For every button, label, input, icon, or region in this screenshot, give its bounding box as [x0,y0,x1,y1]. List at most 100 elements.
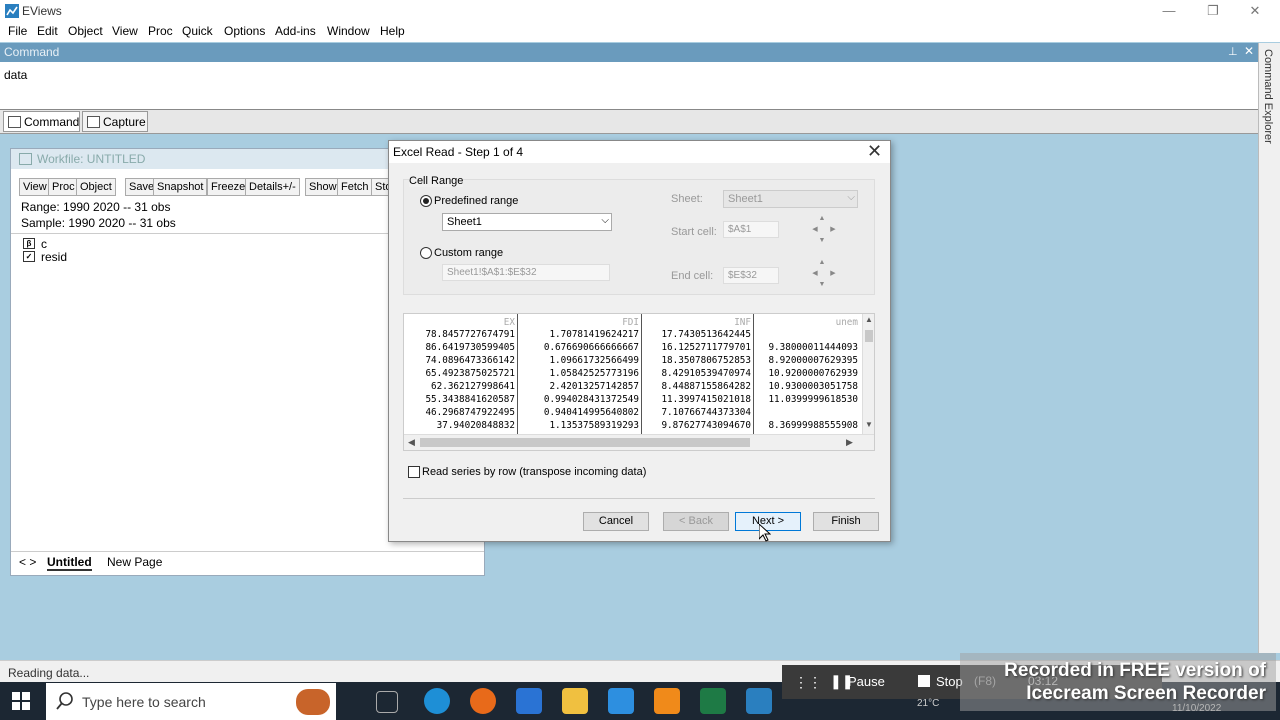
wf-view-button[interactable]: View [19,178,51,196]
data-preview-grid[interactable]: EX 78.8457727674791 86.6419730599405 74.… [403,313,875,451]
end-up-icon[interactable]: ▲ [817,258,827,268]
grid-cell: 17.7430513642445 [661,329,751,340]
grid-cell: 55.3438841620587 [425,394,515,405]
menu-view[interactable]: View [112,24,138,38]
wf-freeze-button[interactable]: Freeze [207,178,250,196]
tab-command[interactable]: Command [3,111,80,132]
app-icon[interactable] [654,688,680,714]
grid-cell: 1.70781419624217 [549,329,639,340]
drag-handle-icon[interactable]: ⋮⋮ [794,674,822,691]
grid-cell: 0.940414995640802 [543,407,639,418]
vertical-scrollbar[interactable]: ▲ ▼ [862,314,874,434]
search-highlight-icon [296,689,330,715]
pin-icon[interactable]: ⊥ [1228,45,1238,58]
menu-help[interactable]: Help [380,24,405,38]
menu-proc[interactable]: Proc [148,24,173,38]
windows-start-icon[interactable] [12,692,30,713]
object-name: c [41,237,47,251]
command-text: data [4,68,28,82]
tab-capture[interactable]: Capture [82,111,148,132]
dialog-close-icon[interactable]: ✕ [867,141,882,162]
page-tab-untitled[interactable]: Untitled [47,555,92,571]
dialog-title: Excel Read - Step 1 of 4 [393,145,524,159]
watermark-text: Recorded in FREE version of Icecream Scr… [966,659,1266,705]
scroll-left-icon[interactable]: ◀ [408,437,415,448]
grid-cell: 62.362127998641 [431,381,515,392]
finish-button[interactable]: Finish [813,512,879,531]
wf-details-button[interactable]: Details+/- [245,178,300,196]
series-icon: ✓ [23,251,35,262]
scroll-right-icon[interactable]: ▶ [846,437,853,448]
start-left-icon[interactable]: ◀ [810,225,820,235]
file-explorer-icon[interactable] [562,688,588,714]
stop-button[interactable]: Stop [936,674,963,689]
start-down-icon[interactable]: ▼ [817,236,827,246]
column-header: INF [734,317,751,328]
end-right-icon[interactable]: ▶ [828,269,838,279]
edge-browser-icon[interactable] [424,688,450,714]
wf-snapshot-button[interactable]: Snapshot [153,178,208,196]
taskbar-search-box[interactable]: Type here to search [46,683,336,720]
predefined-range-select[interactable]: Sheet1 ⌵ [442,213,612,231]
page-tab-new-page[interactable]: New Page [107,555,162,569]
column-header: unem [835,317,858,328]
wf-show-button[interactable]: Show [305,178,341,196]
start-cell-field[interactable]: $A$1 [723,221,779,238]
menu-file[interactable]: File [8,24,27,38]
firefox-icon[interactable] [470,688,496,714]
back-button[interactable]: < Back [663,512,729,531]
end-down-icon[interactable]: ▼ [817,280,827,290]
restore-icon[interactable]: ❐ [1204,2,1222,20]
grid-cell: 78.8457727674791 [425,329,515,340]
menu-quick[interactable]: Quick [182,24,213,38]
store-icon[interactable] [516,688,542,714]
mail-icon[interactable] [608,688,634,714]
command-explorer-label: Command Explorer [1262,49,1274,144]
pane-close-icon[interactable]: ✕ [1244,44,1254,58]
scroll-down-icon[interactable]: ▼ [865,420,873,429]
command-input[interactable]: data [0,62,1258,110]
menu-edit[interactable]: Edit [37,24,58,38]
menu-options[interactable]: Options [224,24,265,38]
custom-range-field[interactable]: Sheet1!$A$1:$E$32 [442,264,610,281]
scroll-thumb[interactable] [865,330,873,342]
start-up-icon[interactable]: ▲ [817,214,827,224]
minimize-icon[interactable]: — [1160,2,1178,20]
command-tabs: Command Capture [0,110,1258,134]
stop-icon[interactable] [918,675,930,687]
grid-cell: 10.9200000762939 [768,368,858,379]
eviews-taskbar-icon[interactable] [746,688,772,714]
excel-icon[interactable] [700,688,726,714]
sheet-select[interactable]: Sheet1 ⌵ [723,190,858,208]
page-nav-arrows[interactable]: < > [19,555,36,569]
workfile-sample[interactable]: Sample: 1990 2020 -- 31 obs [21,216,176,230]
menu-window[interactable]: Window [327,24,370,38]
task-view-icon[interactable] [376,691,398,713]
end-left-icon[interactable]: ◀ [810,269,820,279]
menu-object[interactable]: Object [68,24,103,38]
cancel-button[interactable]: Cancel [583,512,649,531]
command-explorer-sidebar[interactable]: Command Explorer [1258,43,1280,653]
custom-range-radio[interactable] [420,247,432,259]
menu-addins[interactable]: Add-ins [275,24,316,38]
pause-button[interactable]: Pause [848,674,885,689]
watermark-line-2: Icecream Screen Recorder [1026,683,1266,704]
end-cell-field[interactable]: $E$32 [723,267,779,284]
start-right-icon[interactable]: ▶ [828,225,838,235]
weather-temp: 21°C [917,698,940,709]
wf-object-button[interactable]: Object [76,178,116,196]
transpose-checkbox[interactable] [408,466,420,478]
horizontal-scrollbar[interactable]: ◀ ▶ [404,434,874,450]
scroll-up-icon[interactable]: ▲ [865,315,873,324]
wf-fetch-button[interactable]: Fetch [337,178,373,196]
coefficient-icon: β [23,238,35,249]
object-name: resid [41,250,68,264]
grid-cell: 65.4923875025721 [425,368,515,379]
predefined-range-radio[interactable] [420,195,432,207]
scroll-thumb[interactable] [420,438,750,447]
workfile-page-tabs: < > Untitled New Page [11,551,484,573]
close-icon[interactable]: ✕ [1246,2,1264,20]
wf-proc-button[interactable]: Proc [48,178,79,196]
workfile-range[interactable]: Range: 1990 2020 -- 31 obs [21,200,170,214]
grid-cell: 16.1252711779701 [661,342,751,353]
